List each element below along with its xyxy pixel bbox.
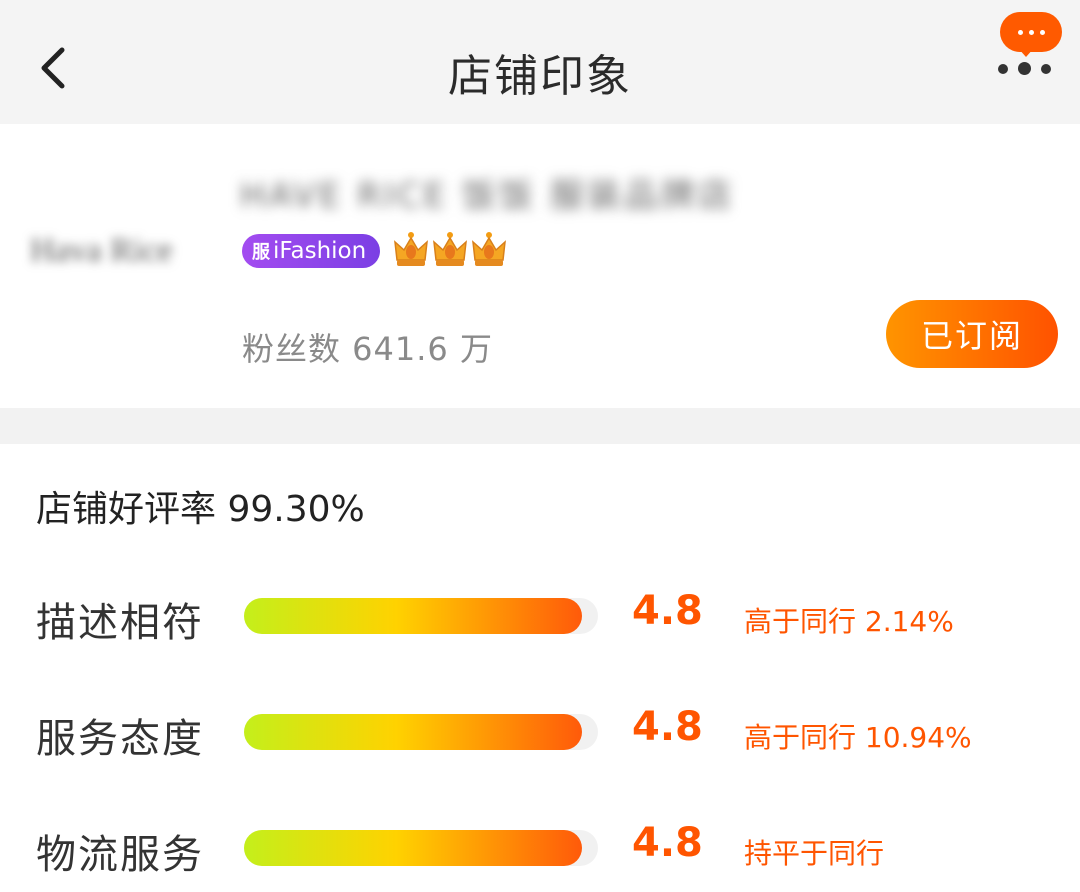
rating-label: 描述相符 [36, 600, 204, 646]
ratings-section: 店铺好评率 99.30% 描述相符 4.8 高于同行 2.14% 服务态度 4.… [0, 444, 1080, 892]
crown-icon [433, 232, 467, 266]
top-bar: 店铺印象 [0, 0, 1080, 124]
more-menu-button[interactable] [990, 6, 1070, 86]
rating-bar-fill [244, 714, 582, 750]
rating-bar-fill [244, 598, 582, 634]
ifashion-logo-icon: 服 [252, 242, 270, 263]
store-card: Hava Rice HAVE RICE 饭饭 服装品牌店 服 iFashion … [0, 124, 1080, 408]
section-divider [0, 408, 1080, 444]
rating-bar-track [244, 598, 598, 634]
rating-bar-track [244, 830, 598, 866]
rating-compare: 高于同行 2.14% [744, 605, 954, 638]
store-name[interactable]: HAVE RICE 饭饭 服装品牌店 [240, 168, 760, 218]
rating-label: 服务态度 [36, 716, 204, 762]
rating-compare: 高于同行 10.94% [744, 721, 972, 754]
store-level-crowns [392, 230, 508, 270]
rating-bar-fill [244, 830, 582, 866]
badge-label: iFashion [273, 238, 367, 264]
rating-compare: 持平于同行 [744, 837, 885, 870]
subscribed-button[interactable]: 已订阅 [886, 300, 1058, 368]
rating-row-description: 描述相符 4.8 高于同行 2.14% [0, 580, 1080, 650]
rating-row-logistics: 物流服务 4.8 持平于同行 [0, 812, 1080, 882]
positive-rate: 店铺好评率 99.30% [36, 489, 365, 530]
ifashion-badge: 服 iFashion [242, 234, 380, 268]
crown-icon [394, 232, 428, 266]
fan-count: 粉丝数 641.6 万 [242, 330, 493, 368]
store-logo[interactable]: Hava Rice [30, 232, 210, 276]
rating-bar-track [244, 714, 598, 750]
crown-icon [472, 232, 506, 266]
rating-score: 4.8 [632, 704, 703, 750]
rating-row-service: 服务态度 4.8 高于同行 10.94% [0, 696, 1080, 766]
rating-score: 4.8 [632, 588, 703, 634]
rating-score: 4.8 [632, 820, 703, 866]
rating-label: 物流服务 [36, 832, 204, 878]
page-title: 店铺印象 [448, 51, 632, 102]
more-dots-icon [998, 62, 1051, 75]
message-bubble-icon [1000, 12, 1062, 52]
